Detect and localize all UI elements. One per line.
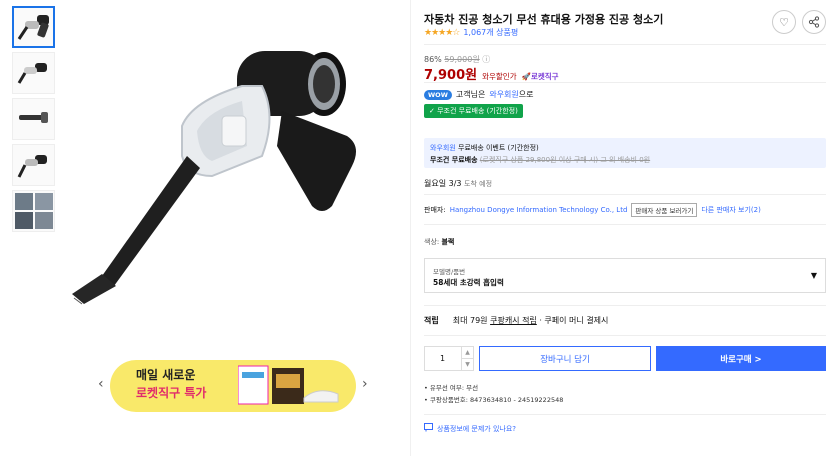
- divider: [424, 82, 826, 83]
- other-sellers-link[interactable]: 다른 판매자 보기(2): [701, 205, 760, 215]
- report-issue-link[interactable]: 상품정보에 문제가 있나요?: [437, 424, 516, 434]
- rocket-icon: 🚀: [521, 72, 531, 81]
- divider: [424, 224, 826, 225]
- product-info-panel: 자동차 진공 청소기 무선 휴대용 가정용 진공 청소기 ♡ ★★★★☆ 1,0…: [424, 0, 826, 456]
- free-shipping-badge: ✓ 무조건 무료배송 (기간한정): [424, 104, 523, 118]
- thumbnail-list: [12, 6, 56, 236]
- rating-stars: ★★★★☆: [424, 27, 460, 38]
- model-option-select[interactable]: 모델명/품번 58세대 초강력 흡입력 ▼: [424, 258, 826, 293]
- banner-products-image: [238, 365, 339, 405]
- quantity-down-icon[interactable]: ▼: [461, 359, 473, 371]
- points-label: 적립: [424, 316, 439, 325]
- review-count-link[interactable]: 1,067개 상품평: [463, 27, 518, 38]
- meta-product-number: • 쿠팡상품번호: 8473634810 - 24519222548: [424, 396, 564, 404]
- discount-rate: 86%: [424, 55, 442, 64]
- wow-member-link[interactable]: 와우회원: [489, 89, 518, 100]
- report-issue-row[interactable]: 상품정보에 문제가 있나요?: [424, 423, 516, 434]
- divider: [424, 305, 826, 306]
- chat-icon: [424, 423, 433, 434]
- divider: [424, 335, 826, 336]
- buy-now-button[interactable]: 바로구매 >: [656, 346, 826, 371]
- info-icon[interactable]: ⓘ: [482, 55, 490, 64]
- seller-label: 판매자:: [424, 206, 446, 214]
- sale-price: 7,900원: [424, 68, 478, 83]
- coupang-cash-link[interactable]: 쿠팡캐시 적립: [490, 316, 537, 325]
- thumbnail-5[interactable]: [12, 190, 55, 232]
- vacuum-nozzle: [102, 156, 200, 286]
- dropdown-caret-icon: ▼: [810, 271, 817, 280]
- color-option: 색상: 블랙: [424, 238, 455, 246]
- divider: [424, 44, 826, 45]
- divider: [424, 194, 826, 195]
- quantity-value[interactable]: 1: [440, 354, 445, 363]
- banner-next-icon[interactable]: ›: [362, 376, 368, 392]
- option-label: 모델명/품번: [433, 268, 466, 276]
- column-divider: [410, 0, 411, 456]
- arrival-estimate: 월요일 3/3 도착 예정: [424, 179, 493, 188]
- thumbnail-3[interactable]: [12, 98, 55, 140]
- rocket-deal-banner[interactable]: ‹ 매일 새로운 로켓직구 특가 ›: [98, 356, 368, 416]
- price-row: 7,900원 와우할인가 🚀로켓직구: [424, 64, 559, 83]
- wow-text-suffix: 으로: [518, 90, 534, 99]
- thumbnail-2[interactable]: [12, 52, 55, 94]
- banner-line1: 매일 새로운: [136, 368, 196, 382]
- price-label: 와우할인가: [482, 72, 517, 81]
- wow-badge: WOW: [424, 89, 452, 100]
- shipping-promo-box: 와우회원 무료배송 이벤트 (기간한정) 무조건 무료배송 (로켓직구 상품 2…: [424, 138, 826, 168]
- vacuum-handle: [277, 111, 356, 211]
- option-value: 58세대 초강력 흡입력: [433, 278, 504, 287]
- rating-row: ★★★★☆ 1,067개 상품평: [424, 27, 518, 38]
- points-text: 최대 79원 쿠팡캐시 적립 · 쿠페이 머니 결제시: [452, 316, 609, 325]
- seller-row: 판매자: Hangzhou Dongye Information Technol…: [424, 203, 761, 217]
- banner-line2: 로켓직구 특가: [136, 386, 207, 400]
- promo-line1: 와우회원 무료배송 이벤트 (기간한정): [430, 144, 539, 152]
- banner-prev-icon[interactable]: ‹: [98, 376, 104, 392]
- wishlist-heart-icon[interactable]: ♡: [772, 10, 796, 34]
- wow-text-prefix: 고객님은: [455, 90, 486, 99]
- seller-name-link[interactable]: Hangzhou Dongye Information Technology C…: [450, 206, 628, 214]
- rocket-direct-badge: 🚀로켓직구: [521, 72, 559, 81]
- thumbnail-1[interactable]: [12, 6, 55, 48]
- seller-products-button[interactable]: 판매자 상품 보러가기: [631, 203, 698, 217]
- thumbnail-4[interactable]: [12, 144, 55, 186]
- quantity-up-icon[interactable]: ▲: [461, 347, 473, 359]
- points-row: 적립 최대 79원 쿠팡캐시 적립 · 쿠페이 머니 결제시: [424, 315, 608, 326]
- product-meta: • 유무선 여부: 무선 • 쿠팡상품번호: 8473634810 - 2451…: [424, 382, 563, 406]
- original-price: 59,000원: [444, 55, 480, 64]
- divider: [424, 414, 826, 415]
- add-to-cart-button[interactable]: 장바구니 담기: [479, 346, 651, 371]
- share-icon[interactable]: [802, 10, 826, 34]
- wow-member-row: WOW 고객님은 와우회원 으로: [424, 89, 534, 100]
- product-title: 자동차 진공 청소기 무선 휴대용 가정용 진공 청소기: [424, 13, 664, 26]
- quantity-stepper[interactable]: 1 ▲ ▼: [424, 346, 474, 371]
- promo-line2: 무조건 무료배송 (로켓직구 상품 29,800원 이상 구매 시) 그 외 배…: [430, 156, 651, 164]
- meta-wireless: • 유무선 여부: 무선: [424, 384, 479, 392]
- product-main-image: [62, 6, 392, 351]
